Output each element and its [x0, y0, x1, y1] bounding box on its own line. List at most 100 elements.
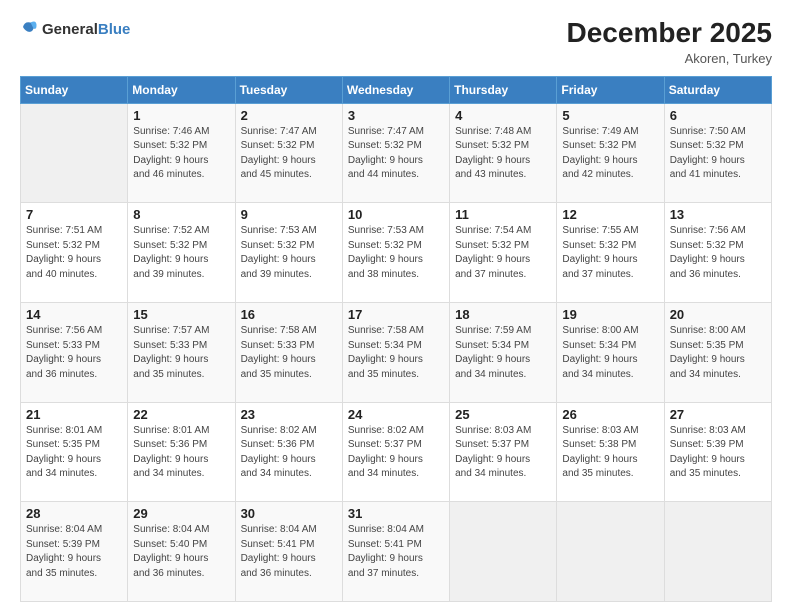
day-detail: Sunrise: 7:58 AM Sunset: 5:34 PM Dayligh… — [348, 324, 444, 382]
day-detail: Sunrise: 7:49 AM Sunset: 5:32 PM Dayligh… — [562, 125, 658, 183]
day-cell: 30 Sunrise: 8:04 AM Sunset: 5:41 PM Dayli… — [235, 502, 342, 602]
day-number: 13 — [670, 207, 766, 222]
day-detail: Sunrise: 7:48 AM Sunset: 5:32 PM Dayligh… — [455, 125, 551, 183]
day-number: 17 — [348, 307, 444, 322]
day-detail: Sunrise: 8:01 AM Sunset: 5:36 PM Dayligh… — [133, 424, 229, 482]
header-cell-sunday: Sunday — [21, 76, 128, 103]
day-number: 20 — [670, 307, 766, 322]
week-row-3: 21 Sunrise: 8:01 AM Sunset: 5:35 PM Dayli… — [21, 402, 772, 502]
header: GeneralBlue December 2025 Akoren, Turkey — [20, 18, 772, 66]
week-row-2: 14Sunrise: 7:56 AM Sunset: 5:33 PM Dayli… — [21, 303, 772, 403]
day-number: 19 — [562, 307, 658, 322]
day-number: 31 — [348, 506, 444, 521]
day-cell: 12 Sunrise: 7:55 AM Sunset: 5:32 PM Dayli… — [557, 203, 664, 303]
day-cell: 26 Sunrise: 8:03 AM Sunset: 5:38 PM Dayli… — [557, 402, 664, 502]
day-detail: Sunrise: 7:56 AM Sunset: 5:32 PM Dayligh… — [670, 224, 766, 282]
day-cell — [21, 103, 128, 203]
day-cell: 1 Sunrise: 7:46 AM Sunset: 5:32 PM Daylig… — [128, 103, 235, 203]
day-cell: 22Sunrise: 8:01 AM Sunset: 5:36 PM Dayli… — [128, 402, 235, 502]
day-cell — [664, 502, 771, 602]
day-detail: Sunrise: 7:55 AM Sunset: 5:32 PM Dayligh… — [562, 224, 658, 282]
day-cell: 8 Sunrise: 7:52 AM Sunset: 5:32 PM Daylig… — [128, 203, 235, 303]
day-number: 3 — [348, 108, 444, 123]
day-detail: Sunrise: 8:00 AM Sunset: 5:35 PM Dayligh… — [670, 324, 766, 382]
calendar-body: 1 Sunrise: 7:46 AM Sunset: 5:32 PM Daylig… — [21, 103, 772, 601]
day-detail: Sunrise: 8:03 AM Sunset: 5:39 PM Dayligh… — [670, 424, 766, 482]
day-number: 30 — [241, 506, 337, 521]
day-detail: Sunrise: 8:03 AM Sunset: 5:37 PM Dayligh… — [455, 424, 551, 482]
day-number: 18 — [455, 307, 551, 322]
calendar-header: SundayMondayTuesdayWednesdayThursdayFrid… — [21, 76, 772, 103]
day-detail: Sunrise: 7:52 AM Sunset: 5:32 PM Dayligh… — [133, 224, 229, 282]
header-cell-friday: Friday — [557, 76, 664, 103]
day-cell: 24 Sunrise: 8:02 AM Sunset: 5:37 PM Dayli… — [342, 402, 449, 502]
day-cell: 28Sunrise: 8:04 AM Sunset: 5:39 PM Dayli… — [21, 502, 128, 602]
day-cell: 3 Sunrise: 7:47 AM Sunset: 5:32 PM Daylig… — [342, 103, 449, 203]
day-number: 16 — [241, 307, 337, 322]
day-detail: Sunrise: 8:02 AM Sunset: 5:36 PM Dayligh… — [241, 424, 337, 482]
day-cell: 16 Sunrise: 7:58 AM Sunset: 5:33 PM Dayli… — [235, 303, 342, 403]
week-row-4: 28Sunrise: 8:04 AM Sunset: 5:39 PM Dayli… — [21, 502, 772, 602]
day-detail: Sunrise: 7:59 AM Sunset: 5:34 PM Dayligh… — [455, 324, 551, 382]
day-cell: 13 Sunrise: 7:56 AM Sunset: 5:32 PM Dayli… — [664, 203, 771, 303]
day-number: 23 — [241, 407, 337, 422]
day-cell: 23 Sunrise: 8:02 AM Sunset: 5:36 PM Dayli… — [235, 402, 342, 502]
day-cell: 14Sunrise: 7:56 AM Sunset: 5:33 PM Dayli… — [21, 303, 128, 403]
day-number: 2 — [241, 108, 337, 123]
day-number: 15 — [133, 307, 229, 322]
day-number: 9 — [241, 207, 337, 222]
day-detail: Sunrise: 7:57 AM Sunset: 5:33 PM Dayligh… — [133, 324, 229, 382]
day-detail: Sunrise: 8:02 AM Sunset: 5:37 PM Dayligh… — [348, 424, 444, 482]
header-row: SundayMondayTuesdayWednesdayThursdayFrid… — [21, 76, 772, 103]
day-cell: 15 Sunrise: 7:57 AM Sunset: 5:33 PM Dayli… — [128, 303, 235, 403]
header-cell-wednesday: Wednesday — [342, 76, 449, 103]
day-number: 25 — [455, 407, 551, 422]
day-cell: 5 Sunrise: 7:49 AM Sunset: 5:32 PM Daylig… — [557, 103, 664, 203]
month-title: December 2025 — [567, 18, 772, 49]
logo-text: GeneralBlue — [42, 21, 130, 39]
day-detail: Sunrise: 7:46 AM Sunset: 5:32 PM Dayligh… — [133, 125, 229, 183]
day-detail: Sunrise: 8:04 AM Sunset: 5:39 PM Dayligh… — [26, 523, 122, 581]
day-cell: 7Sunrise: 7:51 AM Sunset: 5:32 PM Daylig… — [21, 203, 128, 303]
day-cell: 11 Sunrise: 7:54 AM Sunset: 5:32 PM Dayli… — [450, 203, 557, 303]
day-number: 27 — [670, 407, 766, 422]
day-number: 21 — [26, 407, 122, 422]
day-cell — [557, 502, 664, 602]
day-detail: Sunrise: 7:56 AM Sunset: 5:33 PM Dayligh… — [26, 324, 122, 382]
day-cell: 19 Sunrise: 8:00 AM Sunset: 5:34 PM Dayli… — [557, 303, 664, 403]
day-detail: Sunrise: 7:53 AM Sunset: 5:32 PM Dayligh… — [348, 224, 444, 282]
day-cell: 6Sunrise: 7:50 AM Sunset: 5:32 PM Daylig… — [664, 103, 771, 203]
day-detail: Sunrise: 8:04 AM Sunset: 5:41 PM Dayligh… — [241, 523, 337, 581]
day-detail: Sunrise: 7:58 AM Sunset: 5:33 PM Dayligh… — [241, 324, 337, 382]
day-number: 26 — [562, 407, 658, 422]
calendar-table: SundayMondayTuesdayWednesdayThursdayFrid… — [20, 76, 772, 602]
day-detail: Sunrise: 8:00 AM Sunset: 5:34 PM Dayligh… — [562, 324, 658, 382]
day-cell: 9Sunrise: 7:53 AM Sunset: 5:32 PM Daylig… — [235, 203, 342, 303]
day-detail: Sunrise: 7:47 AM Sunset: 5:32 PM Dayligh… — [241, 125, 337, 183]
day-number: 12 — [562, 207, 658, 222]
day-number: 4 — [455, 108, 551, 123]
day-number: 8 — [133, 207, 229, 222]
day-number: 24 — [348, 407, 444, 422]
day-detail: Sunrise: 8:03 AM Sunset: 5:38 PM Dayligh… — [562, 424, 658, 482]
page: GeneralBlue December 2025 Akoren, Turkey… — [0, 0, 792, 612]
week-row-1: 7Sunrise: 7:51 AM Sunset: 5:32 PM Daylig… — [21, 203, 772, 303]
location: Akoren, Turkey — [567, 51, 772, 66]
day-cell: 20 Sunrise: 8:00 AM Sunset: 5:35 PM Dayli… — [664, 303, 771, 403]
day-detail: Sunrise: 8:04 AM Sunset: 5:41 PM Dayligh… — [348, 523, 444, 581]
header-cell-monday: Monday — [128, 76, 235, 103]
day-detail: Sunrise: 7:51 AM Sunset: 5:32 PM Dayligh… — [26, 224, 122, 282]
logo: GeneralBlue — [20, 18, 130, 41]
week-row-0: 1 Sunrise: 7:46 AM Sunset: 5:32 PM Daylig… — [21, 103, 772, 203]
day-detail: Sunrise: 7:47 AM Sunset: 5:32 PM Dayligh… — [348, 125, 444, 183]
day-number: 1 — [133, 108, 229, 123]
day-detail: Sunrise: 7:54 AM Sunset: 5:32 PM Dayligh… — [455, 224, 551, 282]
day-detail: Sunrise: 7:50 AM Sunset: 5:32 PM Dayligh… — [670, 125, 766, 183]
day-cell: 25 Sunrise: 8:03 AM Sunset: 5:37 PM Dayli… — [450, 402, 557, 502]
day-cell: 18 Sunrise: 7:59 AM Sunset: 5:34 PM Dayli… — [450, 303, 557, 403]
day-number: 5 — [562, 108, 658, 123]
day-detail: Sunrise: 8:04 AM Sunset: 5:40 PM Dayligh… — [133, 523, 229, 581]
day-number: 11 — [455, 207, 551, 222]
day-detail: Sunrise: 8:01 AM Sunset: 5:35 PM Dayligh… — [26, 424, 122, 482]
day-cell — [450, 502, 557, 602]
